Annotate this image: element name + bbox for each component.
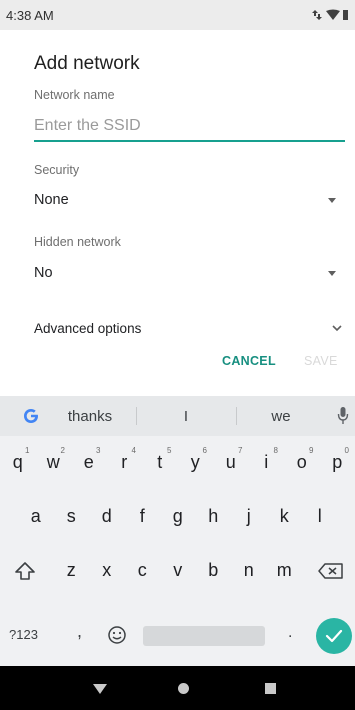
key-o[interactable]: o9 <box>284 440 320 484</box>
microphone-icon[interactable] <box>337 406 349 426</box>
key-f[interactable]: f <box>125 494 161 538</box>
status-icons <box>312 9 348 20</box>
key-r[interactable]: r4 <box>107 440 143 484</box>
key-k[interactable]: k <box>267 494 303 538</box>
spacebar[interactable] <box>143 626 265 646</box>
key-l[interactable]: l <box>302 494 338 538</box>
hidden-network-value: No <box>34 265 53 281</box>
chevron-down-icon <box>332 325 342 332</box>
key-w[interactable]: w2 <box>36 440 72 484</box>
key-x[interactable]: x <box>89 548 125 592</box>
backspace-key-icon[interactable] <box>318 562 344 580</box>
status-bar: 4:38 AM <box>0 0 355 30</box>
status-time: 4:38 AM <box>6 8 54 23</box>
cancel-button[interactable]: CANCEL <box>222 354 276 368</box>
suggestion-divider <box>236 407 237 425</box>
enter-key[interactable] <box>316 618 352 654</box>
key-g[interactable]: g <box>160 494 196 538</box>
hidden-network-label: Hidden network <box>34 235 121 249</box>
checkmark-icon <box>325 629 343 643</box>
key-i[interactable]: i8 <box>249 440 285 484</box>
comma-key[interactable]: , <box>77 621 82 642</box>
dropdown-arrow-icon <box>328 271 336 276</box>
back-icon[interactable] <box>93 684 107 694</box>
battery-icon <box>343 10 348 20</box>
suggestion-bar: thanks I we <box>0 396 355 436</box>
ssid-input[interactable] <box>34 112 345 142</box>
key-e[interactable]: e3 <box>71 440 107 484</box>
key-c[interactable]: c <box>125 548 161 592</box>
symbols-key[interactable]: ?123 <box>9 627 38 642</box>
shift-key-icon[interactable] <box>14 560 36 582</box>
dropdown-arrow-icon <box>328 198 336 203</box>
add-network-dialog: Add network Network name Security None H… <box>0 30 355 396</box>
suggestion-3[interactable]: we <box>266 408 296 425</box>
key-h[interactable]: h <box>196 494 232 538</box>
key-b[interactable]: b <box>196 548 232 592</box>
suggestion-divider <box>136 407 137 425</box>
key-m[interactable]: m <box>267 548 303 592</box>
advanced-options-toggle[interactable]: Advanced options <box>34 316 344 342</box>
navigation-bar <box>0 666 355 710</box>
security-label: Security <box>34 163 80 177</box>
emoji-key-icon[interactable] <box>107 625 127 645</box>
home-icon[interactable] <box>178 683 189 694</box>
hidden-network-select[interactable]: No <box>34 261 336 287</box>
save-button[interactable]: SAVE <box>304 354 338 368</box>
key-v[interactable]: v <box>160 548 196 592</box>
keyboard: thanks I we q1 w2 e3 r4 t5 y6 u7 i8 o9 p… <box>0 396 355 666</box>
data-activity-icon <box>312 10 322 20</box>
security-select[interactable]: None <box>34 188 336 214</box>
suggestion-1[interactable]: thanks <box>62 408 118 425</box>
recents-icon[interactable] <box>265 683 276 694</box>
key-d[interactable]: d <box>89 494 125 538</box>
advanced-options-label: Advanced options <box>34 321 142 336</box>
key-y[interactable]: y6 <box>178 440 214 484</box>
key-a[interactable]: a <box>18 494 54 538</box>
key-j[interactable]: j <box>231 494 267 538</box>
google-logo-icon[interactable] <box>22 407 40 425</box>
security-value: None <box>34 192 69 208</box>
key-p[interactable]: p0 <box>320 440 355 484</box>
key-s[interactable]: s <box>54 494 90 538</box>
suggestion-2[interactable]: I <box>176 408 196 425</box>
key-n[interactable]: n <box>231 548 267 592</box>
key-u[interactable]: u7 <box>213 440 249 484</box>
wifi-icon <box>326 9 340 20</box>
dialog-title: Add network <box>34 53 140 74</box>
network-name-label: Network name <box>34 88 115 102</box>
key-z[interactable]: z <box>54 548 90 592</box>
period-key[interactable]: . <box>288 624 292 642</box>
key-q[interactable]: q1 <box>0 440 36 484</box>
key-t[interactable]: t5 <box>142 440 178 484</box>
